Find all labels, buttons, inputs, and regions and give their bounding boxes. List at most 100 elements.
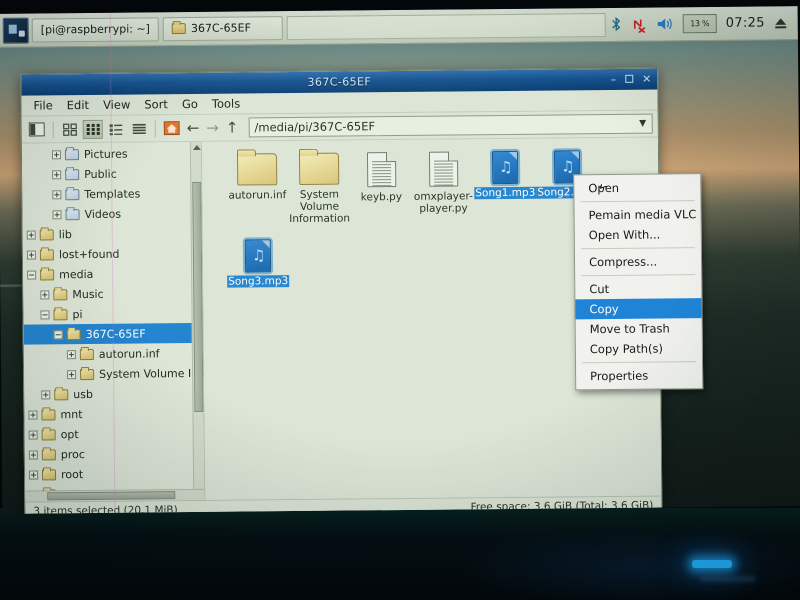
music-note-icon: ♫ [499, 157, 513, 177]
tree-item-proc[interactable]: proc [25, 443, 204, 465]
taskbar-item-terminal[interactable]: [pi@raspberrypi: ~] [31, 16, 160, 43]
path-input[interactable]: /media/pi/367C-65EF [249, 117, 633, 135]
menu-edit[interactable]: Edit [60, 96, 96, 114]
directory-tree-sidebar[interactable]: Pictures Public Templates Videos lib lost+fou… [21, 141, 206, 502]
arrow-right-icon[interactable]: → [204, 118, 221, 136]
directory-tree: Pictures Public Templates Videos lib lost+fou… [22, 142, 205, 502]
tree-item-pi[interactable]: pi [23, 303, 202, 325]
menu-tools[interactable]: Tools [205, 94, 248, 112]
expand-toggle-icon[interactable] [52, 169, 62, 179]
expand-toggle-icon[interactable] [28, 469, 39, 480]
tree-item-public[interactable]: Public [22, 163, 201, 185]
file-item[interactable]: ♫ Song3.mp3 [221, 239, 295, 288]
tree-item-music[interactable]: Music [23, 283, 202, 305]
folder-icon [298, 152, 340, 185]
menu-sort[interactable]: Sort [137, 95, 175, 113]
expand-toggle-icon[interactable] [52, 209, 62, 219]
context-menu-item-cut[interactable]: Cut [575, 278, 701, 299]
document-lines [371, 161, 391, 188]
tree-item-label: Music [72, 287, 104, 301]
collapse-toggle-icon[interactable] [53, 329, 63, 339]
cpu-usage-monitor[interactable]: 13 % [682, 13, 717, 34]
tree-item-lost-found[interactable]: lost+found [23, 243, 202, 265]
scroll-up-icon[interactable] [192, 144, 201, 150]
context-menu-item-open-with[interactable]: Open With... [575, 224, 701, 245]
show-sidebar-icon[interactable] [27, 120, 47, 139]
menu-go[interactable]: Go [175, 95, 205, 113]
tree-item-label: pi [72, 307, 83, 321]
volume-icon[interactable] [657, 16, 674, 31]
tree-item-label: opt [60, 427, 79, 441]
close-button[interactable]: ✕ [642, 73, 651, 86]
tree-item-opt[interactable]: opt [25, 423, 204, 445]
expand-toggle-icon[interactable] [40, 289, 50, 299]
expand-toggle-icon[interactable] [26, 249, 36, 260]
taskbar-item-filemanager[interactable]: 367C-65EF [162, 15, 284, 41]
arrow-up-icon[interactable]: ↑ [224, 118, 241, 136]
tree-item-templates[interactable]: Templates [22, 183, 201, 205]
tree-item-pictures[interactable]: Pictures [22, 143, 201, 165]
collapse-toggle-icon[interactable] [27, 269, 37, 280]
path-bar[interactable]: /media/pi/367C-65EF ▼ [248, 113, 653, 138]
tree-item-367c-65ef[interactable]: 367C-65EF [23, 322, 203, 345]
expand-toggle-icon[interactable] [28, 449, 38, 460]
maximize-button[interactable] [625, 74, 634, 85]
raspberry-menu-icon[interactable] [2, 17, 29, 44]
window-controls: – ✕ [610, 69, 651, 90]
context-menu-item-copy[interactable]: Copy [575, 298, 702, 320]
tree-item-media[interactable]: media [23, 263, 202, 285]
context-menu-label: Open With... [588, 227, 661, 243]
expand-toggle-icon[interactable] [26, 229, 36, 240]
context-menu-item-compress[interactable]: Compress... [575, 251, 701, 272]
context-menu-item-open[interactable]: Open [574, 177, 700, 198]
tree-item-root[interactable]: root [25, 463, 204, 485]
network-disconnected-icon[interactable] [632, 16, 648, 33]
tree-item-videos[interactable]: Videos [22, 203, 201, 225]
arrow-left-icon[interactable]: ← [185, 118, 202, 136]
bluetooth-icon[interactable] [610, 16, 623, 33]
collapse-toggle-icon[interactable] [40, 309, 50, 319]
toolbar-separator [154, 119, 156, 137]
tree-item-label: Pictures [83, 147, 128, 161]
expand-toggle-icon[interactable] [52, 189, 62, 199]
context-menu-item-move-to-trash[interactable]: Move to Trash [576, 318, 702, 339]
view-compact-icon[interactable] [106, 119, 126, 138]
context-menu-separator [580, 247, 695, 250]
menu-file[interactable]: File [26, 96, 59, 114]
expand-toggle-icon[interactable] [41, 389, 51, 399]
context-menu-item-properties[interactable]: Properties [576, 365, 702, 386]
view-details-icon[interactable] [129, 119, 149, 138]
audio-file-icon: ♫ [491, 150, 519, 185]
chevron-down-icon[interactable]: ▼ [634, 119, 652, 129]
context-menu[interactable]: Open Pemain media VLC Open With... Compress… [573, 173, 704, 391]
tree-item-label: autorun.inf [98, 346, 160, 361]
context-menu-label: Cut [589, 281, 610, 297]
home-icon[interactable] [162, 119, 182, 138]
context-menu-label: Pemain media VLC [588, 207, 697, 223]
view-icons-icon[interactable] [60, 120, 80, 139]
tree-item-mnt[interactable]: mnt [24, 403, 203, 425]
tree-item-usb[interactable]: usb [24, 383, 203, 405]
context-menu-item-copy-path-s[interactable]: Copy Path(s) [576, 338, 702, 359]
tree-item-lib[interactable]: lib [23, 223, 202, 245]
folder-icon [40, 268, 55, 280]
clock[interactable]: 07:25 [726, 15, 765, 30]
eject-icon[interactable] [774, 16, 788, 30]
tree-item-autorun-inf[interactable]: autorun.inf [24, 343, 203, 365]
view-thumbnails-icon[interactable] [82, 119, 103, 139]
menu-view[interactable]: View [96, 96, 137, 114]
tree-item-label: lib [58, 227, 72, 241]
expand-toggle-icon[interactable] [66, 349, 76, 359]
tree-item-system-volume-informa[interactable]: System Volume Informa [24, 363, 205, 385]
sidebar-horizontal-scrollbar[interactable] [25, 488, 206, 502]
expand-toggle-icon[interactable] [28, 429, 38, 440]
sidebar-hscroll-thumb[interactable] [47, 491, 176, 501]
expand-toggle-icon[interactable] [67, 369, 77, 379]
minimize-button[interactable]: – [610, 73, 616, 86]
expand-toggle-icon[interactable] [51, 149, 62, 159]
folder-icon [65, 188, 80, 200]
context-menu-item-pemain-media-vlc[interactable]: Pemain media VLC [574, 204, 700, 225]
folder-icon [39, 248, 54, 260]
expand-toggle-icon[interactable] [28, 409, 38, 420]
context-menu-label: Move to Trash [589, 321, 670, 337]
